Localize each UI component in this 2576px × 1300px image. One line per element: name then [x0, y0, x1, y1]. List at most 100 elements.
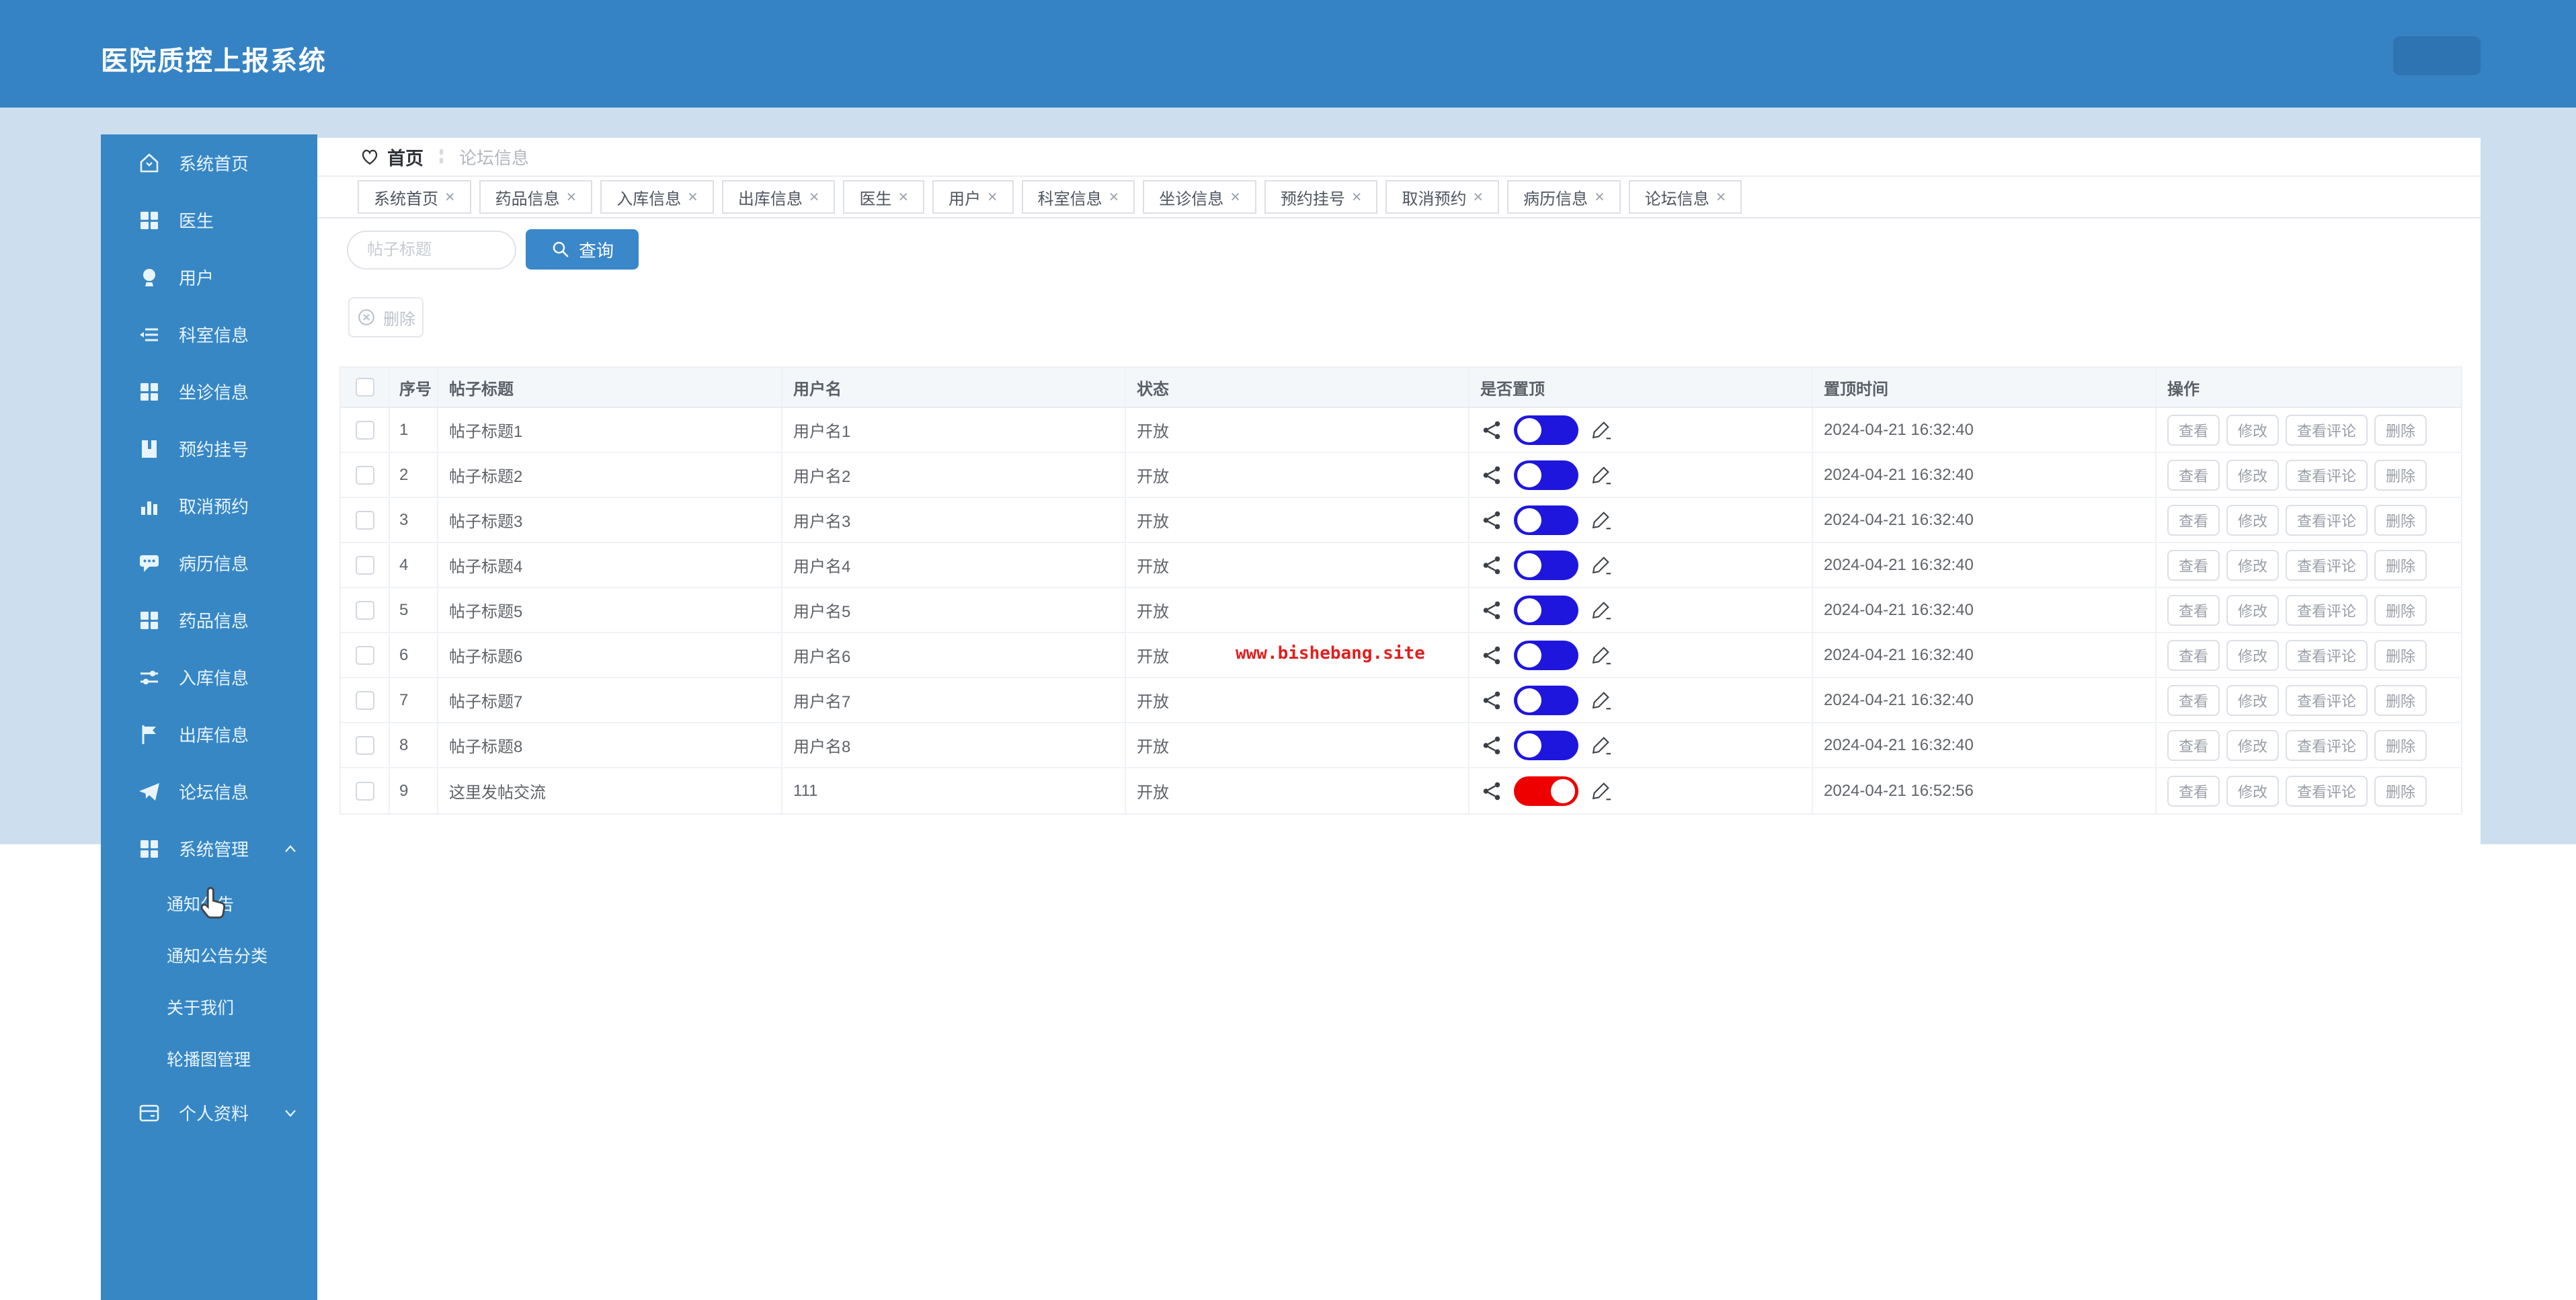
sidebar-item-profile[interactable]: 个人资料 [101, 1084, 317, 1141]
view-button[interactable]: 查看 [2167, 639, 2220, 671]
edit-button[interactable]: 修改 [2226, 414, 2280, 446]
row-checkbox[interactable] [355, 465, 374, 485]
tab[interactable]: 用户 × [932, 180, 1014, 214]
view-comments-button[interactable]: 查看评论 [2286, 549, 2368, 581]
breadcrumb-home[interactable]: 首页 [387, 144, 424, 170]
tab-close-icon[interactable]: × [1230, 188, 1240, 207]
tab-close-icon[interactable]: × [1352, 188, 1362, 207]
tab[interactable]: 预约挂号 × [1264, 180, 1378, 214]
tab-close-icon[interactable]: × [988, 188, 998, 207]
pin-toggle[interactable] [1514, 460, 1578, 490]
sidebar-item[interactable]: 取消预约 [101, 477, 317, 534]
sidebar-item[interactable]: 病历信息 [101, 534, 317, 592]
edit-button[interactable]: 修改 [2226, 775, 2280, 807]
delete-row-button[interactable]: 删除 [2374, 549, 2427, 581]
tab-close-icon[interactable]: × [1595, 188, 1605, 207]
share-icon[interactable] [1480, 554, 1503, 577]
sidebar-item[interactable]: 预约挂号 [101, 420, 317, 477]
sidebar-subitem[interactable]: 轮播图管理 [101, 1032, 317, 1084]
select-all-checkbox[interactable] [355, 378, 374, 397]
edit-button[interactable]: 修改 [2226, 459, 2280, 491]
share-icon[interactable] [1480, 599, 1503, 622]
sidebar-item[interactable]: 药品信息 [101, 592, 317, 649]
tab-close-icon[interactable]: × [1109, 188, 1119, 207]
pin-toggle[interactable] [1514, 685, 1578, 715]
view-button[interactable]: 查看 [2167, 549, 2220, 581]
share-icon[interactable] [1480, 464, 1503, 487]
edit-pencil-icon[interactable] [1589, 599, 1612, 622]
sidebar-item[interactable]: 系统管理 [101, 820, 317, 877]
tab-close-icon[interactable]: × [809, 188, 819, 207]
view-comments-button[interactable]: 查看评论 [2286, 684, 2368, 716]
view-comments-button[interactable]: 查看评论 [2286, 459, 2368, 491]
tab-close-icon[interactable]: × [567, 188, 577, 207]
sidebar-item[interactable]: 科室信息 [101, 306, 317, 363]
tab-close-icon[interactable]: × [898, 188, 908, 207]
view-comments-button[interactable]: 查看评论 [2286, 775, 2368, 807]
pin-toggle[interactable] [1514, 640, 1578, 670]
row-checkbox[interactable] [355, 735, 374, 755]
view-button[interactable]: 查看 [2167, 729, 2220, 761]
view-comments-button[interactable]: 查看评论 [2286, 729, 2368, 761]
edit-pencil-icon[interactable] [1589, 464, 1612, 487]
sidebar-item[interactable]: 坐诊信息 [101, 363, 317, 420]
row-checkbox[interactable] [355, 510, 374, 530]
sidebar-subitem[interactable]: 通知公告 [101, 877, 317, 929]
edit-button[interactable]: 修改 [2226, 684, 2280, 716]
sidebar-item[interactable]: 出库信息 [101, 706, 317, 763]
view-button[interactable]: 查看 [2167, 414, 2220, 446]
view-button[interactable]: 查看 [2167, 459, 2220, 491]
sidebar-subitem[interactable]: 通知公告分类 [101, 929, 317, 981]
sidebar-item[interactable]: 入库信息 [101, 649, 317, 706]
edit-button[interactable]: 修改 [2226, 729, 2280, 761]
delete-row-button[interactable]: 删除 [2374, 414, 2427, 446]
row-checkbox[interactable] [355, 645, 374, 665]
pin-toggle[interactable] [1514, 595, 1578, 625]
row-checkbox[interactable] [355, 690, 374, 710]
view-button[interactable]: 查看 [2167, 684, 2220, 716]
edit-button[interactable]: 修改 [2226, 549, 2280, 581]
edit-pencil-icon[interactable] [1589, 419, 1612, 442]
tab[interactable]: 病历信息 × [1507, 180, 1621, 214]
pin-toggle[interactable] [1514, 505, 1578, 535]
view-button[interactable]: 查看 [2167, 775, 2220, 807]
share-icon[interactable] [1480, 509, 1503, 532]
share-icon[interactable] [1480, 734, 1503, 757]
edit-pencil-icon[interactable] [1589, 734, 1612, 757]
sidebar-item[interactable]: 系统首页 [101, 134, 317, 192]
sidebar-item[interactable]: 医生 [101, 192, 317, 249]
delete-row-button[interactable]: 删除 [2374, 639, 2427, 671]
search-input[interactable] [347, 231, 516, 270]
share-icon[interactable] [1480, 780, 1503, 803]
delete-row-button[interactable]: 删除 [2374, 504, 2427, 536]
edit-button[interactable]: 修改 [2226, 504, 2280, 536]
share-icon[interactable] [1480, 644, 1503, 667]
tab[interactable]: 医生 × [843, 180, 925, 214]
tab[interactable]: 入库信息 × [600, 180, 714, 214]
delete-row-button[interactable]: 删除 [2374, 729, 2427, 761]
edit-pencil-icon[interactable] [1589, 689, 1612, 712]
edit-pencil-icon[interactable] [1589, 644, 1612, 667]
row-checkbox[interactable] [355, 600, 374, 620]
tab-close-icon[interactable]: × [445, 188, 455, 207]
share-icon[interactable] [1480, 419, 1503, 442]
tab-close-icon[interactable]: × [1716, 188, 1726, 207]
edit-button[interactable]: 修改 [2226, 594, 2280, 626]
view-comments-button[interactable]: 查看评论 [2286, 504, 2368, 536]
edit-pencil-icon[interactable] [1589, 780, 1612, 803]
delete-row-button[interactable]: 删除 [2374, 594, 2427, 626]
tab[interactable]: 科室信息 × [1021, 180, 1135, 214]
view-button[interactable]: 查看 [2167, 594, 2220, 626]
view-button[interactable]: 查看 [2167, 504, 2220, 536]
delete-row-button[interactable]: 删除 [2374, 775, 2427, 807]
edit-button[interactable]: 修改 [2226, 639, 2280, 671]
share-icon[interactable] [1480, 689, 1503, 712]
tab-close-icon[interactable]: × [1473, 188, 1483, 207]
delete-row-button[interactable]: 删除 [2374, 459, 2427, 491]
pin-toggle[interactable] [1514, 415, 1578, 445]
tab[interactable]: 取消预约 × [1385, 180, 1500, 214]
tab[interactable]: 系统首页 × [358, 180, 471, 214]
tab[interactable]: 药品信息 × [479, 180, 593, 214]
delete-selected-button[interactable]: 删除 [348, 297, 424, 337]
sidebar-item[interactable]: 用户 [101, 249, 317, 306]
